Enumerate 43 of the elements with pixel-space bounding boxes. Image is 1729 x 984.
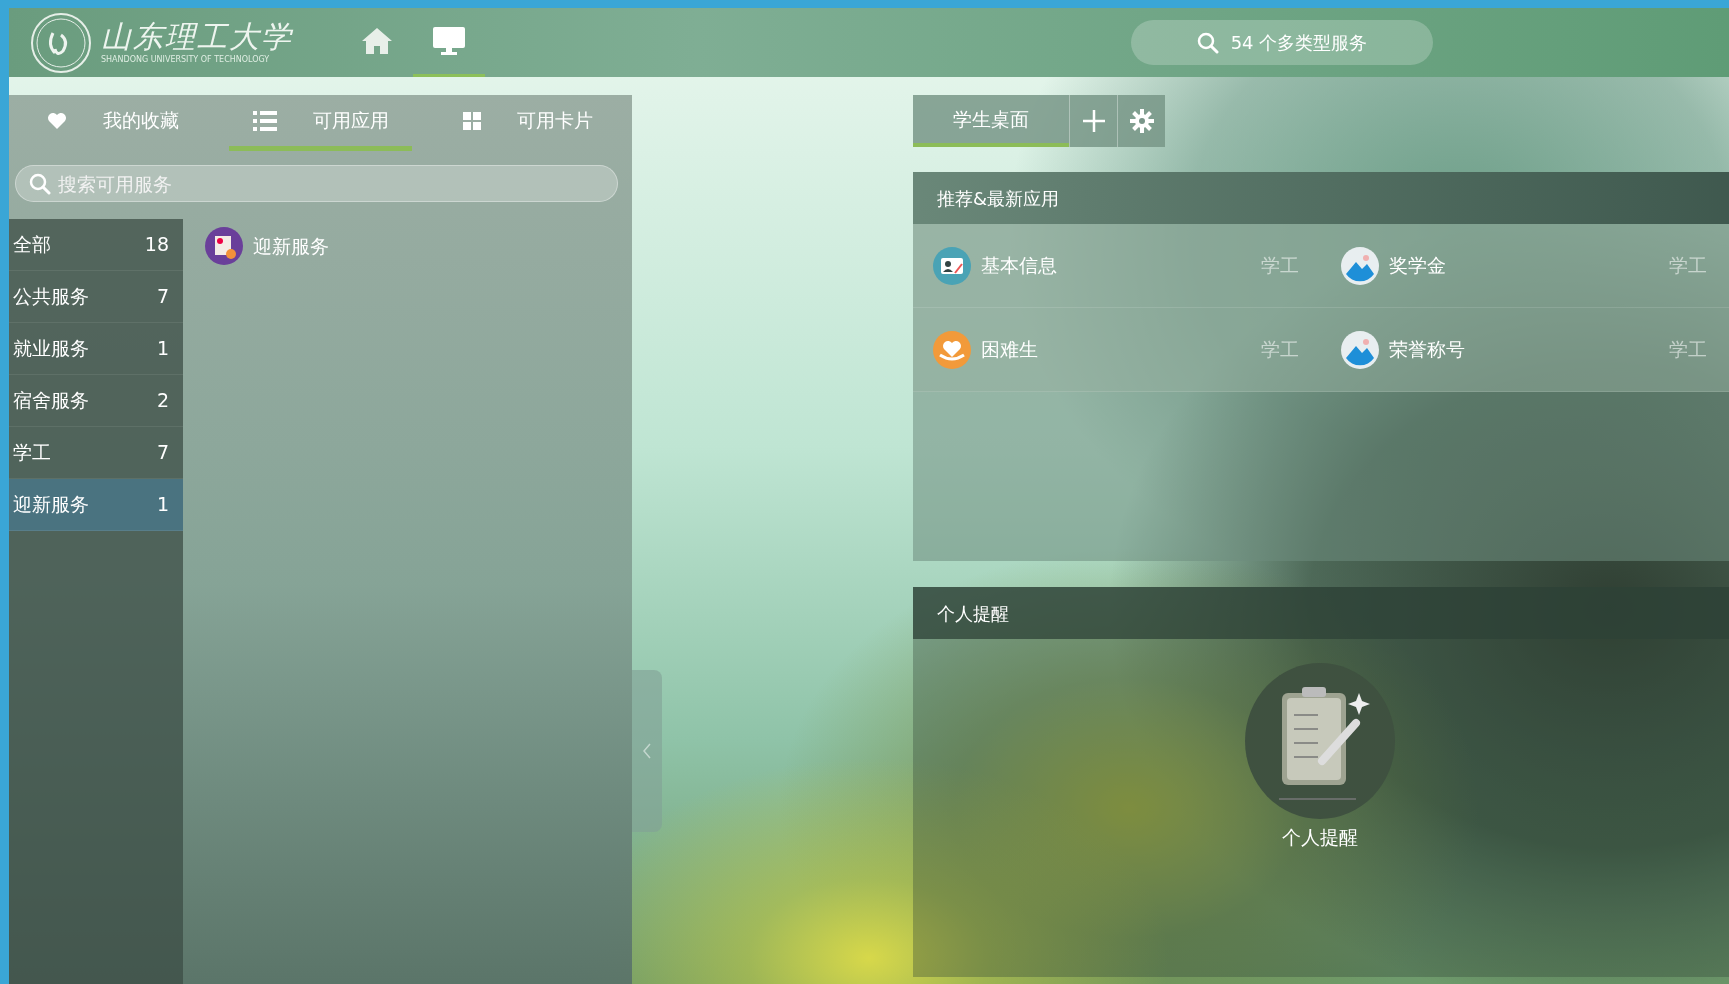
profile-card-icon (933, 246, 971, 285)
add-button[interactable] (1069, 95, 1117, 147)
chevron-left-icon (642, 742, 652, 760)
app-tag: 学工 (1669, 335, 1707, 364)
app-item[interactable]: 困难生 学工 (913, 308, 1321, 392)
monitor-icon (432, 26, 466, 56)
app-tag: 学工 (1261, 251, 1299, 280)
app-item[interactable]: 奖学金 学工 (1321, 224, 1729, 308)
category-item[interactable]: 就业服务 1 (9, 323, 183, 375)
heart-hands-icon (933, 330, 971, 369)
heart-icon (46, 111, 67, 130)
settings-icon (1129, 109, 1154, 133)
settings-button[interactable] (1117, 95, 1165, 147)
category-item[interactable]: 公共服务 7 (9, 271, 183, 323)
category-item[interactable]: 宿舍服务 2 (9, 375, 183, 427)
category-item[interactable]: 迎新服务 1 (9, 479, 183, 531)
app-item[interactable]: 荣誉称号 学工 (1321, 308, 1729, 392)
desktop-tab[interactable]: 学生桌面 (913, 95, 1069, 147)
panel-tab[interactable]: 我的收藏 (21, 95, 205, 151)
app-tag: 学工 (1669, 251, 1707, 280)
search-icon (1196, 31, 1219, 54)
image-icon (1341, 330, 1379, 369)
app-item[interactable]: 迎新服务 (183, 219, 632, 265)
plus-icon (1082, 110, 1105, 132)
grid-icon (463, 111, 482, 130)
card-title: 个人提醒 (913, 587, 1729, 639)
logo-title: 山东理工大学 (101, 21, 293, 52)
collapse-handle[interactable] (632, 670, 662, 832)
app-tag: 学工 (1261, 335, 1299, 364)
category-item[interactable]: 全部 18 (9, 219, 183, 271)
list-icon (252, 110, 277, 131)
service-search-button[interactable]: 54 个多类型服务 (1131, 20, 1433, 65)
university-emblem-icon (29, 10, 93, 75)
home-icon (360, 26, 394, 56)
search-icon (29, 173, 51, 195)
card-title: 推荐&最新应用 (913, 172, 1729, 224)
document-gear-icon (205, 227, 243, 265)
logo-subtitle: SHANDONG UNIVERSITY OF TECHNOLOGY (101, 55, 271, 64)
empty-state-label: 个人提醒 (1282, 825, 1358, 850)
image-icon (1341, 246, 1379, 285)
panel-tab[interactable]: 可用卡片 (436, 95, 620, 151)
app-item[interactable]: 基本信息 学工 (913, 224, 1321, 308)
panel-tab[interactable]: 可用应用 (228, 95, 413, 151)
